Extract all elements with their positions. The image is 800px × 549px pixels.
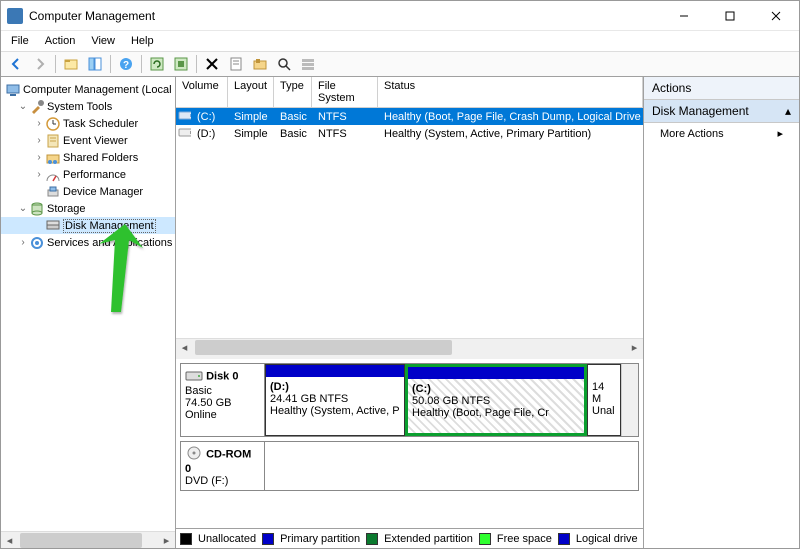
volume-list[interactable]: Volume Layout Type File System Status (C… (176, 77, 643, 359)
menu-view[interactable]: View (85, 33, 121, 49)
tree-disk-management[interactable]: Disk Management (1, 217, 175, 234)
drive-icon (176, 126, 191, 141)
minimize-button[interactable] (661, 1, 707, 31)
scrollbar-thumb[interactable] (195, 340, 452, 355)
services-icon (29, 236, 45, 250)
legend-swatch-primary (262, 533, 274, 545)
collapse-icon[interactable]: ⌄ (17, 203, 29, 214)
navigation-tree-pane: Computer Management (Local ⌄ System Tool… (1, 77, 176, 548)
col-filesystem[interactable]: File System (312, 77, 378, 107)
tree-performance[interactable]: › Performance (1, 166, 175, 183)
scrollbar-thumb[interactable] (20, 533, 142, 548)
actions-pane: Actions Disk Management ▴ More Actions ▸ (644, 77, 799, 548)
expand-icon[interactable]: › (33, 169, 45, 180)
expand-icon[interactable]: › (17, 237, 29, 248)
settings-button[interactable] (249, 53, 271, 75)
tools-icon (29, 100, 45, 114)
disk-info[interactable]: Disk 0 Basic 74.50 GB Online (181, 364, 265, 436)
legend-swatch-free (479, 533, 491, 545)
menu-bar: File Action View Help (1, 31, 799, 51)
tree-services-applications[interactable]: › Services and Applications (1, 234, 175, 251)
main-area: Computer Management (Local ⌄ System Tool… (1, 77, 799, 548)
back-button[interactable] (5, 53, 27, 75)
expand-icon[interactable]: › (33, 152, 45, 163)
help-button[interactable]: ? (115, 53, 137, 75)
volume-row[interactable]: (C:) Simple Basic NTFS Healthy (Boot, Pa… (176, 108, 643, 125)
performance-icon (45, 168, 61, 182)
delete-button[interactable] (201, 53, 223, 75)
tree-shared-folders[interactable]: › Shared Folders (1, 149, 175, 166)
drive-icon (176, 109, 191, 124)
disk-row[interactable]: Disk 0 Basic 74.50 GB Online (D:) 24.41 … (180, 363, 639, 437)
col-type[interactable]: Type (274, 77, 312, 107)
menu-action[interactable]: Action (39, 33, 82, 49)
expand-icon[interactable]: › (33, 135, 45, 146)
device-manager-icon (45, 185, 61, 199)
find-button[interactable] (273, 53, 295, 75)
list-view-button[interactable] (297, 53, 319, 75)
show-hide-tree-button[interactable] (84, 53, 106, 75)
cdrom-icon (185, 446, 203, 463)
legend-swatch-logical (558, 533, 570, 545)
refresh-button[interactable] (146, 53, 168, 75)
legend: Unallocated Primary partition Extended p… (176, 528, 643, 548)
toolbar: ? (1, 51, 799, 77)
disk-info[interactable]: CD-ROM 0 DVD (F:) (181, 442, 265, 490)
partition-d[interactable]: (D:) 24.41 GB NTFS Healthy (System, Acti… (265, 364, 405, 436)
volume-row[interactable]: (D:) Simple Basic NTFS Healthy (System, … (176, 125, 643, 142)
disk-management-icon (45, 219, 61, 233)
disk-row[interactable]: CD-ROM 0 DVD (F:) (180, 441, 639, 491)
navigation-tree[interactable]: Computer Management (Local ⌄ System Tool… (1, 77, 175, 255)
actions-section[interactable]: Disk Management ▴ (644, 100, 799, 123)
tree-horizontal-scrollbar[interactable]: ◂ ▸ (1, 531, 175, 548)
tree-device-manager[interactable]: Device Manager (1, 183, 175, 200)
disk-vertical-scrollbar[interactable] (621, 364, 638, 436)
tree-root[interactable]: Computer Management (Local (1, 81, 175, 98)
shared-folder-icon (45, 151, 61, 165)
actions-more[interactable]: More Actions ▸ (644, 123, 799, 144)
up-button[interactable] (60, 53, 82, 75)
app-icon (7, 8, 23, 24)
partition-unallocated[interactable]: 14 M Unal (587, 364, 621, 436)
content-pane: Volume Layout Type File System Status (C… (176, 77, 644, 548)
scroll-right-icon[interactable]: ▸ (626, 339, 643, 356)
close-button[interactable] (753, 1, 799, 31)
tree-storage[interactable]: ⌄ Storage (1, 200, 175, 217)
scroll-left-icon[interactable]: ◂ (176, 339, 193, 356)
volume-list-scrollbar[interactable]: ◂ ▸ (176, 338, 643, 355)
properties-button[interactable] (225, 53, 247, 75)
scroll-right-icon[interactable]: ▸ (158, 532, 175, 549)
volume-list-headers[interactable]: Volume Layout Type File System Status (176, 77, 643, 108)
disk-icon (185, 368, 203, 385)
legend-swatch-extended (366, 533, 378, 545)
tree-event-viewer[interactable]: › Event Viewer (1, 132, 175, 149)
storage-icon (29, 202, 45, 216)
tree-system-tools[interactable]: ⌄ System Tools (1, 98, 175, 115)
legend-swatch-unallocated (180, 533, 192, 545)
collapse-icon[interactable]: ▴ (785, 104, 791, 118)
tree-task-scheduler[interactable]: › Task Scheduler (1, 115, 175, 132)
disk-graphical-view[interactable]: Disk 0 Basic 74.50 GB Online (D:) 24.41 … (176, 359, 643, 528)
menu-help[interactable]: Help (125, 33, 160, 49)
forward-button[interactable] (29, 53, 51, 75)
rescan-button[interactable] (170, 53, 192, 75)
collapse-icon[interactable]: ⌄ (17, 101, 29, 112)
col-status[interactable]: Status (378, 77, 643, 107)
actions-header: Actions (644, 77, 799, 100)
menu-file[interactable]: File (5, 33, 35, 49)
maximize-button[interactable] (707, 1, 753, 31)
svg-text:?: ? (123, 60, 129, 71)
partition-c[interactable]: (C:) 50.08 GB NTFS Healthy (Boot, Page F… (405, 364, 587, 436)
computer-icon (5, 83, 21, 97)
col-layout[interactable]: Layout (228, 77, 274, 107)
expand-icon[interactable]: › (33, 118, 45, 129)
chevron-right-icon: ▸ (777, 127, 783, 140)
window-titlebar: Computer Management (1, 1, 799, 31)
col-volume[interactable]: Volume (176, 77, 228, 107)
scroll-left-icon[interactable]: ◂ (1, 532, 18, 549)
clock-icon (45, 117, 61, 131)
window-title: Computer Management (29, 9, 661, 23)
event-log-icon (45, 134, 61, 148)
